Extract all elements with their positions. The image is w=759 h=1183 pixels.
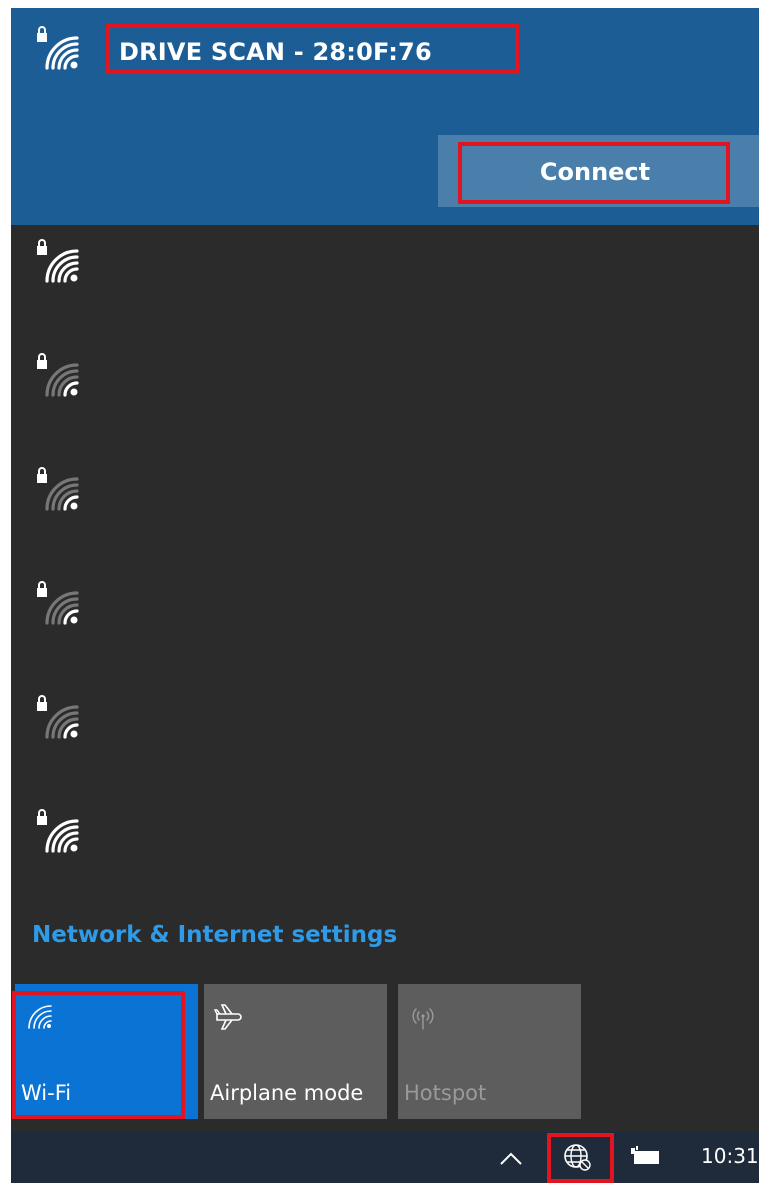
network-item[interactable]	[11, 567, 759, 681]
network-item[interactable]	[11, 795, 759, 909]
wifi-icon	[25, 1002, 55, 1032]
taskbar-clock[interactable]: 10:31	[701, 1144, 759, 1168]
wifi-secured-full-icon	[31, 235, 83, 287]
airplane-tile-label: Airplane mode	[210, 1081, 364, 1105]
wifi-tile-label: Wi-Fi	[21, 1081, 72, 1105]
network-ssid: DRIVE SCAN - 28:0F:76	[119, 38, 432, 66]
network-item[interactable]	[11, 681, 759, 795]
network-flyout: DRIVE SCAN - 28:0F:76 Connect Network & …	[11, 8, 759, 1132]
hotspot-tile[interactable]: Hotspot	[398, 984, 581, 1119]
wifi-secured-full-icon	[31, 22, 83, 74]
battery-icon[interactable]	[631, 1146, 661, 1168]
chevron-up-icon[interactable]	[497, 1144, 525, 1172]
wifi-secured-weak-icon	[31, 463, 83, 515]
network-settings-link[interactable]: Network & Internet settings	[32, 922, 397, 948]
connect-button[interactable]: Connect	[461, 142, 729, 202]
wifi-secured-weak-icon	[31, 349, 83, 401]
hotspot-tile-label: Hotspot	[404, 1081, 487, 1105]
hotspot-icon	[408, 1002, 438, 1032]
airplane-mode-tile[interactable]: Airplane mode	[204, 984, 387, 1119]
wifi-secured-weak-icon	[31, 691, 83, 743]
network-item[interactable]	[11, 225, 759, 339]
wifi-toggle-tile[interactable]: Wi-Fi	[15, 984, 198, 1119]
airplane-icon	[214, 1002, 244, 1032]
globe-icon[interactable]	[561, 1141, 593, 1173]
wifi-secured-full-icon	[31, 805, 83, 857]
network-item[interactable]	[11, 339, 759, 453]
selected-network[interactable]: DRIVE SCAN - 28:0F:76 Connect	[11, 8, 759, 225]
wifi-secured-weak-icon	[31, 577, 83, 629]
network-item[interactable]	[11, 453, 759, 567]
taskbar: 10:31	[11, 1132, 759, 1183]
